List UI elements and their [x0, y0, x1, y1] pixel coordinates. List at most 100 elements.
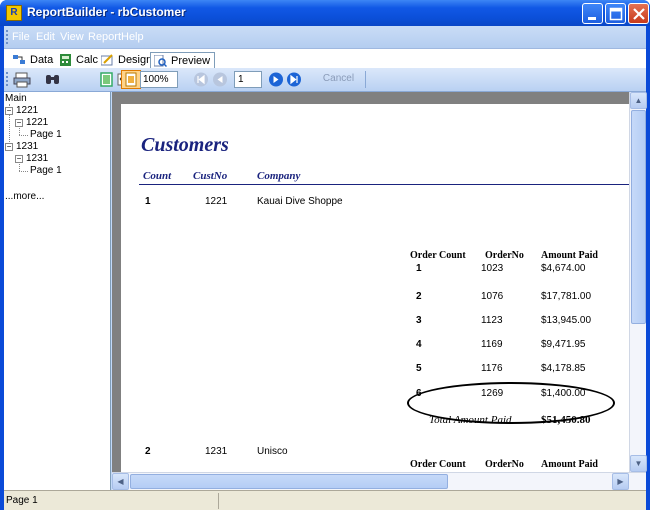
horizontal-scroll-thumb[interactable]	[130, 474, 448, 489]
window-title: ReportBuilder - rbCustomer	[27, 5, 186, 19]
tree-line	[19, 171, 28, 172]
tree-page-1231[interactable]: Page 1	[30, 165, 62, 176]
scroll-left-icon[interactable]: ◀	[112, 473, 129, 490]
collapse-icon[interactable]: −	[5, 143, 13, 151]
tree-line	[19, 128, 20, 135]
minimize-button[interactable]	[582, 3, 603, 24]
close-button[interactable]	[628, 3, 649, 24]
report-outline-tree: Main − 1221 − 1221 Page 1 − 1231 − 1231 …	[4, 92, 111, 490]
order-amount: $13,945.00	[541, 315, 592, 326]
order-count: 2	[416, 291, 422, 302]
last-page-icon[interactable]	[285, 71, 303, 88]
customer-company: Kauai Dive Shoppe	[257, 196, 343, 207]
tree-node-1221-child[interactable]: 1221	[26, 117, 48, 128]
collapse-icon[interactable]: −	[15, 155, 23, 163]
minimize-icon	[588, 17, 596, 20]
horizontal-scrollbar[interactable]: ◀ ▶	[112, 472, 646, 490]
tab-design[interactable]: Design	[98, 52, 156, 69]
order-amount: $9,471.95	[541, 339, 586, 350]
scroll-up-icon[interactable]: ▲	[630, 92, 647, 109]
header-company: Company	[257, 170, 301, 182]
subheader-amount-paid: Amount Paid	[541, 250, 598, 261]
header-rule	[139, 184, 629, 185]
total-amount-label: Total Amount Paid	[429, 414, 512, 426]
print-icon[interactable]	[13, 71, 31, 88]
tab-preview-label: Preview	[171, 55, 211, 67]
maximize-icon	[609, 7, 623, 21]
data-icon	[13, 55, 25, 64]
customer-custno: 1231	[205, 446, 228, 457]
next-page-icon[interactable]	[267, 71, 285, 88]
tree-more[interactable]: ...more...	[5, 191, 44, 202]
status-separator	[218, 493, 219, 509]
order-no: 1123	[481, 315, 503, 326]
report-title: Customers	[141, 134, 229, 156]
customer-custno: 1221	[205, 196, 228, 207]
find-icon[interactable]	[44, 71, 62, 88]
calc-icon	[60, 54, 71, 66]
tree-node-1231[interactable]: 1231	[16, 141, 38, 152]
status-bar: Page 1	[4, 490, 646, 510]
order-amount: $4,178.85	[541, 363, 586, 374]
prior-page-icon[interactable]	[211, 71, 229, 88]
tree-page-1221[interactable]: Page 1	[30, 129, 62, 140]
scroll-right-icon[interactable]: ▶	[612, 473, 629, 490]
cancel-button[interactable]: Cancel	[312, 71, 366, 88]
menu-report[interactable]: Report	[88, 31, 121, 43]
menu-edit[interactable]: Edit	[36, 31, 55, 43]
customer-count: 2	[145, 446, 151, 457]
hundred-percent-button[interactable]	[121, 70, 141, 89]
tab-bar: Data Calc Design Preview	[4, 48, 646, 69]
page-number-input[interactable]: 1	[234, 71, 262, 88]
tree-node-1231-child[interactable]: 1231	[26, 153, 48, 164]
tab-calc[interactable]: Calc	[56, 52, 102, 69]
tab-data-label: Data	[30, 54, 54, 66]
menu-view[interactable]: View	[60, 31, 84, 43]
order-count: 1	[416, 263, 422, 274]
preview-pane: Customers Count CustNo Company 1 1221 Ka…	[112, 92, 647, 490]
collapse-icon[interactable]: −	[15, 119, 23, 127]
order-count: 5	[416, 363, 422, 374]
tree-line	[19, 164, 20, 171]
order-no: 1176	[481, 363, 503, 374]
total-amount-value: $51,450.80	[541, 414, 591, 426]
scroll-down-icon[interactable]: ▼	[630, 455, 647, 472]
menu-grip[interactable]	[6, 30, 9, 46]
menu-bar: File Edit View Report Help	[4, 26, 646, 48]
collapse-icon[interactable]: −	[5, 107, 13, 115]
vertical-scroll-thumb[interactable]	[631, 110, 646, 324]
maximize-button[interactable]	[605, 3, 626, 24]
design-icon	[101, 54, 113, 66]
whole-page-icon[interactable]	[98, 71, 116, 88]
report-page: Customers Count CustNo Company 1 1221 Ka…	[121, 104, 629, 472]
order-no: 1023	[481, 263, 504, 274]
header-count: Count	[143, 170, 172, 182]
menu-help[interactable]: Help	[121, 31, 144, 43]
tab-design-label: Design	[118, 54, 153, 66]
tab-preview[interactable]: Preview	[150, 52, 216, 69]
app-window: R ReportBuilder - rbCustomer File Edit V…	[0, 0, 650, 510]
header-custno: CustNo	[193, 170, 228, 182]
order-count: 3	[416, 315, 422, 326]
order-no: 1169	[481, 339, 503, 350]
order-amount: $4,674.00	[541, 263, 586, 274]
order-count: 4	[416, 339, 422, 350]
tab-data[interactable]: Data	[10, 52, 57, 69]
hundred-percent-icon	[125, 72, 137, 87]
title-bar[interactable]: R ReportBuilder - rbCustomer	[0, 0, 650, 26]
vertical-scrollbar[interactable]: ▲ ▼	[629, 92, 647, 472]
order-no: 1076	[481, 291, 504, 302]
subheader-order-count: Order Count	[410, 250, 466, 261]
client-area: File Edit View Report Help Data Calc Des…	[4, 26, 647, 510]
close-icon	[633, 8, 645, 20]
menu-file[interactable]: File	[12, 31, 30, 43]
tree-root-main[interactable]: Main	[5, 93, 27, 104]
first-page-icon[interactable]	[192, 71, 210, 88]
preview-icon	[154, 55, 167, 67]
reportbuilder-icon: R	[6, 5, 22, 21]
status-page: Page 1	[6, 495, 38, 506]
tab-calc-label: Calc	[76, 54, 99, 66]
zoom-input[interactable]: 100%	[140, 71, 178, 88]
toolbar-grip[interactable]	[6, 72, 9, 88]
tree-node-1221[interactable]: 1221	[16, 105, 38, 116]
